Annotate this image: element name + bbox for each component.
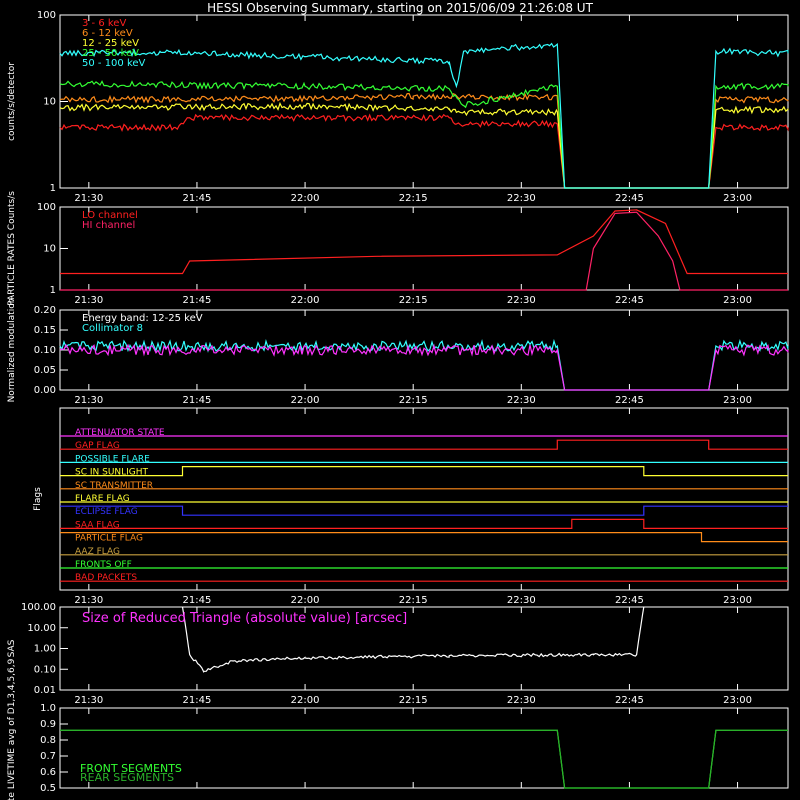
particle-panel-legend-1: HI channel [82, 220, 135, 231]
particle-panel-xtick-label-0: 21:30 [74, 295, 103, 306]
livetime-panel-ytick-label-0: 0.5 [40, 783, 56, 794]
sas-panel-xtick-label-5: 22:45 [615, 695, 644, 706]
modulation-panel-xtick-label-4: 22:30 [507, 395, 536, 406]
sas-panel-ylabel: SAS [7, 639, 17, 657]
sas-panel-ytick-label-2: 1.00 [34, 644, 56, 655]
particle-panel-xtick-label-5: 22:45 [615, 295, 644, 306]
sas-panel-xtick-label-2: 22:00 [291, 695, 320, 706]
count-rate-panel-ytick-label-1: 10 [43, 97, 56, 108]
flags-panel-xtick-label-4: 22:30 [507, 595, 536, 606]
flags-panel-xtick-label-6: 23:00 [723, 595, 752, 606]
modulation-panel-xtick-label-6: 23:00 [723, 395, 752, 406]
modulation-panel-xtick-label-5: 22:45 [615, 395, 644, 406]
livetime-panel-ytick-label-1: 0.6 [40, 767, 56, 778]
chart-title: HESSI Observing Summary, starting on 201… [207, 1, 593, 15]
modulation-panel-legend-0: Collimator 8 [82, 323, 143, 334]
particle-panel-ytick-label-0: 1 [50, 285, 56, 296]
flags-panel-xtick-label-3: 22:15 [399, 595, 428, 606]
flags-panel-xtick-label-1: 21:45 [183, 595, 212, 606]
livetime-panel-ytick-label-2: 0.7 [40, 751, 56, 762]
count-rate-panel-ytick-label-0: 1 [50, 183, 56, 194]
sas-panel-ytick-label-3: 10.00 [27, 623, 56, 634]
modulation-panel-ytick-label-0: 0.00 [34, 385, 56, 396]
modulation-panel-ytick-label-2: 0.10 [34, 345, 56, 356]
sas-panel-ytick-label-0: 0.01 [34, 685, 56, 696]
modulation-panel-xtick-label-1: 21:45 [183, 395, 212, 406]
particle-panel-xtick-label-6: 23:00 [723, 295, 752, 306]
flags-panel-xtick-label-5: 22:45 [615, 595, 644, 606]
count-rate-panel-xtick-label-4: 22:30 [507, 193, 536, 204]
modulation-panel-ylabel: Normalized modulation [7, 298, 17, 403]
count-rate-panel-xtick-label-5: 22:45 [615, 193, 644, 204]
count-rate-panel-xtick-label-1: 21:45 [183, 193, 212, 204]
count-rate-panel-xtick-label-3: 22:15 [399, 193, 428, 204]
particle-panel-ytick-label-2: 100 [37, 202, 56, 213]
livetime-panel-ytick-label-5: 1.0 [40, 703, 56, 714]
particle-panel-xtick-label-4: 22:30 [507, 295, 536, 306]
livetime-panel-ytick-label-3: 0.8 [40, 735, 56, 746]
count-rate-panel-xtick-label-6: 23:00 [723, 193, 752, 204]
count-rate-panel-ylabel: counts/s/detector [7, 62, 17, 141]
modulation-panel-ytick-label-1: 0.05 [34, 365, 56, 376]
flags-panel-xtick-label-2: 22:00 [291, 595, 320, 606]
sas-panel-xtick-label-1: 21:45 [183, 695, 212, 706]
count-rate-panel-ytick-label-2: 100 [37, 10, 56, 21]
modulation-panel-xtick-label-0: 21:30 [74, 395, 103, 406]
hessi-summary-chart: HESSI Observing Summary, starting on 201… [0, 0, 800, 800]
particle-panel-xtick-label-2: 22:00 [291, 295, 320, 306]
count-rate-panel-xtick-label-0: 21:30 [74, 193, 103, 204]
sas-panel-xtick-label-6: 23:00 [723, 695, 752, 706]
sas-panel-ytick-label-4: 100.00 [21, 602, 56, 613]
modulation-panel-xtick-label-3: 22:15 [399, 395, 428, 406]
particle-panel-xtick-label-3: 22:15 [399, 295, 428, 306]
flags-panel-xtick-label-0: 21:30 [74, 595, 103, 606]
flags-panel-flag-label-6: ECLIPSE FLAG [75, 507, 138, 517]
particle-panel-ylabel: PARTICLE RATES Counts/s [7, 191, 17, 306]
count-rate-panel-xtick-label-2: 22:00 [291, 193, 320, 204]
flags-panel-flag-label-8: PARTICLE FLAG [75, 534, 143, 544]
modulation-panel-ytick-label-4: 0.20 [34, 305, 56, 316]
sas-panel-annotation-0: Size of Reduced Triangle (absolute value… [82, 611, 407, 626]
modulation-panel-xtick-label-2: 22:00 [291, 395, 320, 406]
livetime-panel-ylabel: Mon. Rate LIVETIME avg of D1,3,4,5,6,9 [7, 658, 17, 800]
sas-panel-xtick-label-0: 21:30 [74, 695, 103, 706]
sas-panel-xtick-label-4: 22:30 [507, 695, 536, 706]
flags-panel-ylabel: Flags [33, 487, 43, 511]
particle-panel-ytick-label-1: 10 [43, 244, 56, 255]
count-rate-panel-legend-4: 50 - 100 keV [82, 58, 146, 69]
sas-panel-ytick-label-1: 0.10 [34, 664, 56, 675]
particle-panel-xtick-label-1: 21:45 [183, 295, 212, 306]
modulation-panel-ytick-label-3: 0.15 [34, 325, 56, 336]
livetime-panel-legend-1: REAR SEGMENTS [80, 771, 174, 784]
livetime-panel-ytick-label-4: 0.9 [40, 719, 56, 730]
sas-panel-xtick-label-3: 22:15 [399, 695, 428, 706]
